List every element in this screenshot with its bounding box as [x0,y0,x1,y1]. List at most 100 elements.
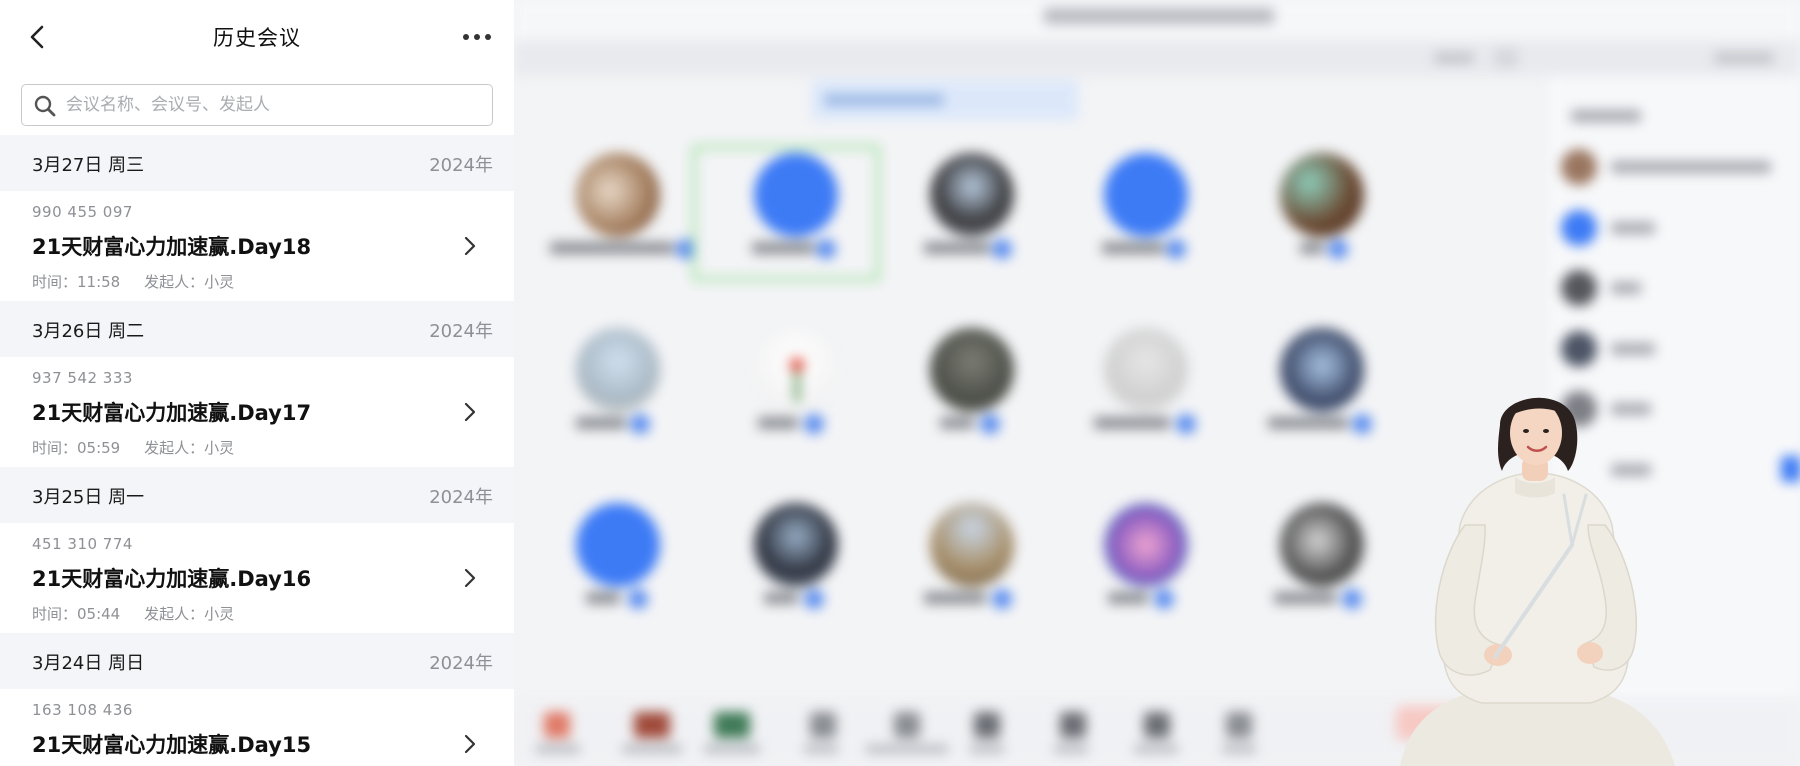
participant-name-redacted [1108,592,1148,604]
participant-tile [1238,495,1408,635]
year-label: 2024年 [429,321,493,342]
meeting-list: 3月27日 周三 2024年 990 455 097 21天财富心力加速赢.Da… [0,135,514,766]
participant-avatar [576,328,660,412]
participant-tile [1062,495,1232,635]
participant-tile [1062,145,1232,285]
participant-name-redacted [940,417,974,429]
top-bar: 历史会议 [0,0,514,74]
year-label: 2024年 [429,487,493,508]
participant-tile [534,145,704,285]
presenter-figure [1400,397,1675,766]
meeting-list-item[interactable]: 990 455 097 21天财富心力加速赢.Day18 时间：11:58 发起… [0,191,514,301]
side-panel-search-row [1561,98,1791,134]
meeting-list-item[interactable]: 451 310 774 21天财富心力加速赢.Day16 时间：05:44 发起… [0,523,514,633]
toolbar-icon [714,712,750,738]
participant-badge [804,589,824,609]
date-section-header: 3月26日 周二 2024年 [0,301,514,357]
participant-badge [1154,589,1174,609]
participant-name-redacted [1102,242,1164,254]
participant-avatar [930,503,1014,587]
meeting-time-host: 时间：05:44 发起人：小灵 [32,603,234,624]
side-participant-avatar [1561,210,1597,246]
participant-avatar [1104,328,1188,412]
year-label: 2024年 [429,653,493,674]
meeting-time-host: 时间：11:58 发起人：小灵 [32,271,234,292]
chevron-right-icon [464,568,476,588]
meeting-title: 21天财富心力加速赢.Day18 [32,235,312,259]
meeting-title: 21天财富心力加速赢.Day15 [32,733,312,757]
flower-shape [790,358,804,372]
participant-avatar [754,153,838,237]
participant-name-redacted [924,592,986,604]
presenter-eye-shape [1543,429,1549,433]
participant-avatar [754,503,838,587]
toolbar-icon [634,712,670,738]
participant-name-redacted [758,417,798,429]
participant-badge [992,589,1012,609]
participant-name-redacted [924,242,990,254]
year-label: 2024年 [429,155,493,176]
date-label: 3月26日 周二 [32,321,145,342]
meeting-host: 发起人：小灵 [144,605,235,623]
meeting-history-panel: 历史会议 3月27日 周三 2024年 990 455 097 21天财富心力加… [0,0,514,766]
side-participant-row [1561,270,1791,306]
meeting-time-host: 时间：05:59 发起人：小灵 [32,437,234,458]
meeting-host: 发起人：小灵 [144,273,235,291]
participant-tile [712,320,882,460]
toolbar-chip [1434,52,1474,64]
search-box[interactable] [21,84,493,126]
participant-badge [1166,239,1186,259]
date-section-header: 3月25日 周一 2024年 [0,467,514,523]
meeting-time: 时间：11:58 [32,273,121,291]
side-participant-avatar [1561,331,1597,367]
side-panel-text-redacted [1571,110,1641,122]
meeting-window-title-redacted [1044,8,1274,24]
meeting-toolbar [514,40,1800,76]
participant-badge [980,414,1000,434]
meeting-title: 21天财富心力加速赢.Day17 [32,401,312,425]
participant-tile [888,495,1058,635]
participant-badge [1342,589,1362,609]
participant-tile [534,320,704,460]
participant-avatar [1280,328,1364,412]
meeting-list-item[interactable]: 163 108 436 21天财富心力加速赢.Day15 [0,689,514,766]
participant-name-redacted [1268,417,1348,429]
meeting-list-item[interactable]: 937 542 333 21天财富心力加速赢.Day17 时间：05:59 发起… [0,357,514,467]
date-section-header: 3月27日 周三 2024年 [0,135,514,191]
participant-name-redacted [752,242,814,254]
toolbar-label-redacted [1134,745,1178,753]
toolbar-icon [1060,712,1086,738]
participant-tile [1062,320,1232,460]
toolbar-label-redacted [804,745,838,753]
side-participant-row [1561,149,1791,185]
participant-tile [888,145,1058,285]
chevron-right-icon [464,734,476,754]
meeting-time: 时间：05:59 [32,439,121,457]
participant-name-redacted [576,417,626,429]
toolbar-label-redacted [622,745,682,753]
search-input[interactable] [62,85,490,124]
side-participant-name-redacted [1611,343,1655,355]
toolbar-chip [1714,52,1774,64]
participant-tile [534,495,704,635]
participant-badge [1176,414,1196,434]
chevron-right-icon [464,236,476,256]
meeting-number: 937 542 333 [32,369,133,387]
date-label: 3月25日 周一 [32,487,145,508]
toolbar-icon [544,712,570,738]
toolbar-icon [1226,712,1252,738]
participant-tile [888,320,1058,460]
toolbar-chip [1494,48,1518,68]
participant-avatar [930,153,1014,237]
meeting-number: 990 455 097 [32,203,133,221]
participant-badge [628,589,648,609]
side-participant-avatar [1561,270,1597,306]
participant-avatar [1104,153,1188,237]
toolbar-label-redacted [866,745,948,753]
chevron-right-icon [464,402,476,422]
more-options-icon[interactable] [460,26,494,48]
page-title: 历史会议 [213,26,301,50]
participant-name-redacted [550,242,674,254]
participant-tile [1238,320,1408,460]
toolbar-icon [894,712,920,738]
